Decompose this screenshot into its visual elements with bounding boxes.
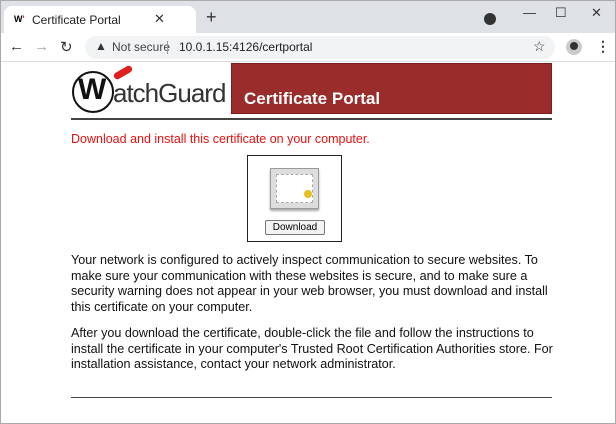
url-text[interactable]: 10.0.1.15:4126/certportal xyxy=(179,40,312,54)
new-tab-button[interactable]: + xyxy=(206,7,217,28)
paragraph-install-instructions: After you download the certificate, doub… xyxy=(71,326,553,371)
top-divider xyxy=(71,118,552,120)
tab-certificate-portal[interactable]: W' Certificate Portal ✕ xyxy=(4,6,196,33)
profile-avatar-icon[interactable] xyxy=(566,39,582,55)
minimize-button[interactable]: — xyxy=(523,5,536,20)
browser-window: W' Certificate Portal ✕ + — ☐ ✕ ← → ↻ ▲ … xyxy=(0,0,616,424)
watchguard-logo: W atchGuard xyxy=(71,63,231,115)
close-window-button[interactable]: ✕ xyxy=(591,5,602,21)
divider xyxy=(167,41,168,54)
logo-w: W xyxy=(78,73,106,106)
portal-banner: Certificate Portal xyxy=(231,63,552,114)
tab-bar: W' Certificate Portal ✕ + — ☐ ✕ xyxy=(1,1,615,33)
warning-icon[interactable]: ▲ xyxy=(95,39,107,53)
watchguard-favicon-icon: W' xyxy=(14,14,25,24)
banner-title: Certificate Portal xyxy=(244,89,381,108)
back-icon[interactable]: ← xyxy=(9,38,24,55)
not-secure-label[interactable]: Not secure xyxy=(112,40,170,54)
reload-icon[interactable]: ↻ xyxy=(60,38,73,56)
bottom-divider xyxy=(71,397,552,398)
certificate-download-box: Download xyxy=(247,155,342,242)
address-bar[interactable]: ▲ Not secure 10.0.1.15:4126/certportal ☆ xyxy=(85,36,555,59)
instruction-heading: Download and install this certificate on… xyxy=(71,132,370,146)
forward-icon[interactable]: → xyxy=(34,38,49,55)
maximize-button[interactable]: ☐ xyxy=(555,5,567,21)
extension-icon[interactable] xyxy=(484,13,496,25)
paragraph-network-info: Your network is configured to actively i… xyxy=(71,253,548,314)
bookmark-star-icon[interactable]: ☆ xyxy=(533,38,546,55)
download-button[interactable]: Download xyxy=(265,220,325,235)
menu-kebab-icon[interactable]: ⋮ xyxy=(596,38,610,55)
certificate-icon xyxy=(270,168,319,209)
tab-title: Certificate Portal xyxy=(32,13,121,27)
logo-text: atchGuard xyxy=(113,78,226,108)
browser-toolbar: ← → ↻ ▲ Not secure 10.0.1.15:4126/certpo… xyxy=(1,33,615,62)
tab-close-icon[interactable]: ✕ xyxy=(154,11,165,27)
